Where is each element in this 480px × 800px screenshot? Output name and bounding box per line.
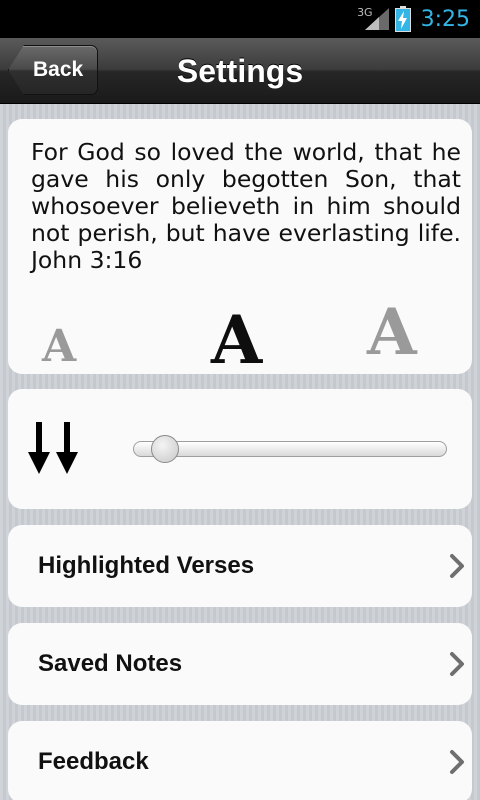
font-size-medium-button[interactable]: A: [211, 307, 262, 373]
highlighted-verses-row[interactable]: Highlighted Verses: [8, 525, 472, 607]
status-bar: 3G 3:25: [0, 0, 480, 38]
battery-charging-icon: [394, 6, 411, 32]
saved-notes-label: Saved Notes: [38, 650, 183, 677]
saved-notes-row[interactable]: Saved Notes: [8, 623, 472, 705]
highlighted-verses-label: Highlighted Verses: [38, 552, 255, 579]
network-type-label: 3G: [357, 5, 373, 19]
verse-preview-text: For God so loved the world, that he gave…: [31, 138, 461, 274]
chevron-right-icon: [448, 749, 466, 780]
feedback-label: Feedback: [38, 748, 149, 775]
font-size-small-button[interactable]: A: [42, 325, 76, 369]
status-clock: 3:25: [420, 6, 470, 32]
scroll-speed-card: [8, 389, 472, 509]
font-size-selector: A A A: [8, 301, 472, 374]
font-preview-card: For God so loved the world, that he gave…: [8, 119, 472, 374]
feedback-row[interactable]: Feedback: [8, 721, 472, 800]
scroll-speed-slider[interactable]: [133, 441, 447, 457]
title-bar: Settings Back: [0, 38, 480, 104]
scroll-speed-slider-thumb[interactable]: [151, 435, 179, 463]
back-button[interactable]: Back: [8, 45, 98, 95]
double-down-arrow-icon: [28, 422, 84, 481]
font-size-large-button[interactable]: A: [367, 301, 417, 365]
chevron-right-icon: [448, 553, 466, 584]
chevron-right-icon: [448, 651, 466, 682]
